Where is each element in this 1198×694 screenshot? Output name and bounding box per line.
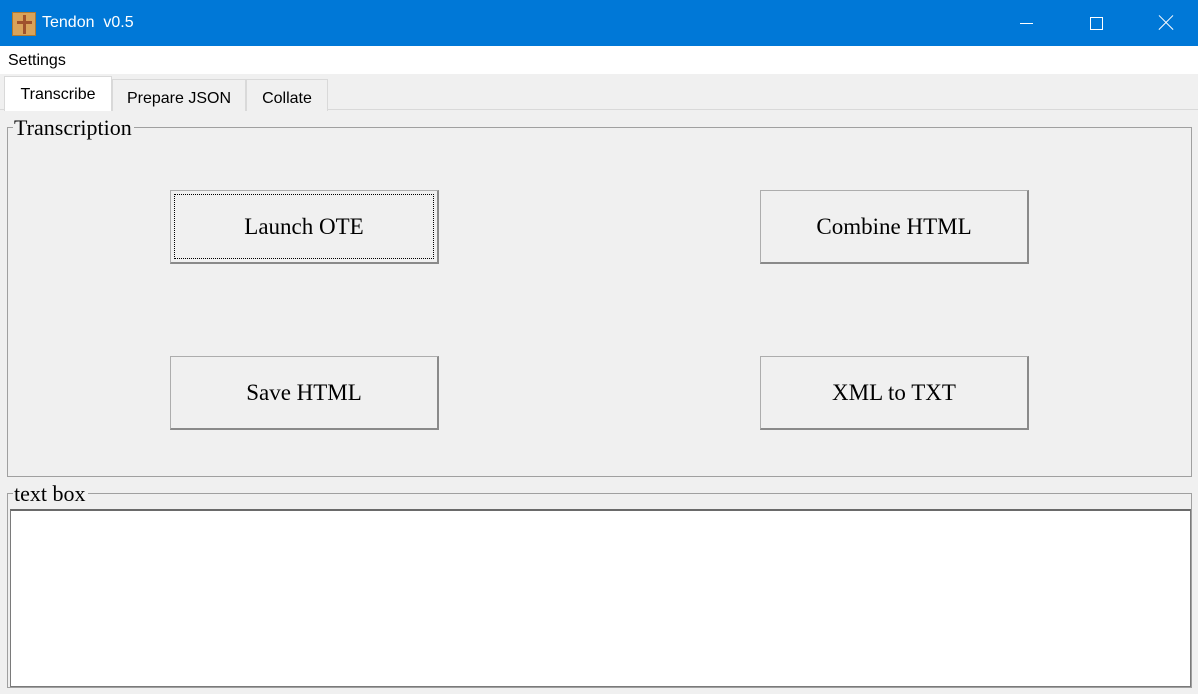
maximize-button[interactable]: [1061, 0, 1131, 46]
tab-strip: Transcribe Prepare JSON Collate: [0, 74, 1198, 111]
combine-html-button[interactable]: Combine HTML: [760, 190, 1029, 264]
xml-to-txt-button[interactable]: XML to TXT: [760, 356, 1029, 430]
window-title: Tendon v0.5: [42, 14, 134, 31]
launch-ote-button[interactable]: Launch OTE: [170, 190, 439, 264]
close-icon: [1158, 15, 1174, 31]
menu-bar: Settings: [0, 46, 1198, 74]
transcription-group: Transcription Launch OTE Combine HTML Sa…: [7, 116, 1192, 477]
tab-transcribe[interactable]: Transcribe: [4, 76, 112, 111]
text-box-group: text box: [7, 482, 1192, 688]
app-icon[interactable]: [12, 12, 36, 36]
text-box-input[interactable]: [10, 509, 1191, 687]
menu-settings[interactable]: Settings: [8, 52, 66, 70]
transcription-legend: Transcription: [13, 115, 134, 140]
text-box-legend: text box: [13, 481, 88, 506]
minimize-icon: [1019, 22, 1033, 24]
tab-collate[interactable]: Collate: [246, 79, 328, 111]
save-html-button[interactable]: Save HTML: [170, 356, 439, 430]
minimize-button[interactable]: [991, 0, 1061, 46]
tab-prepare-json[interactable]: Prepare JSON: [112, 79, 246, 111]
title-bar[interactable]: Tendon v0.5: [0, 0, 1198, 46]
maximize-icon: [1089, 16, 1103, 30]
close-button[interactable]: [1131, 0, 1198, 46]
